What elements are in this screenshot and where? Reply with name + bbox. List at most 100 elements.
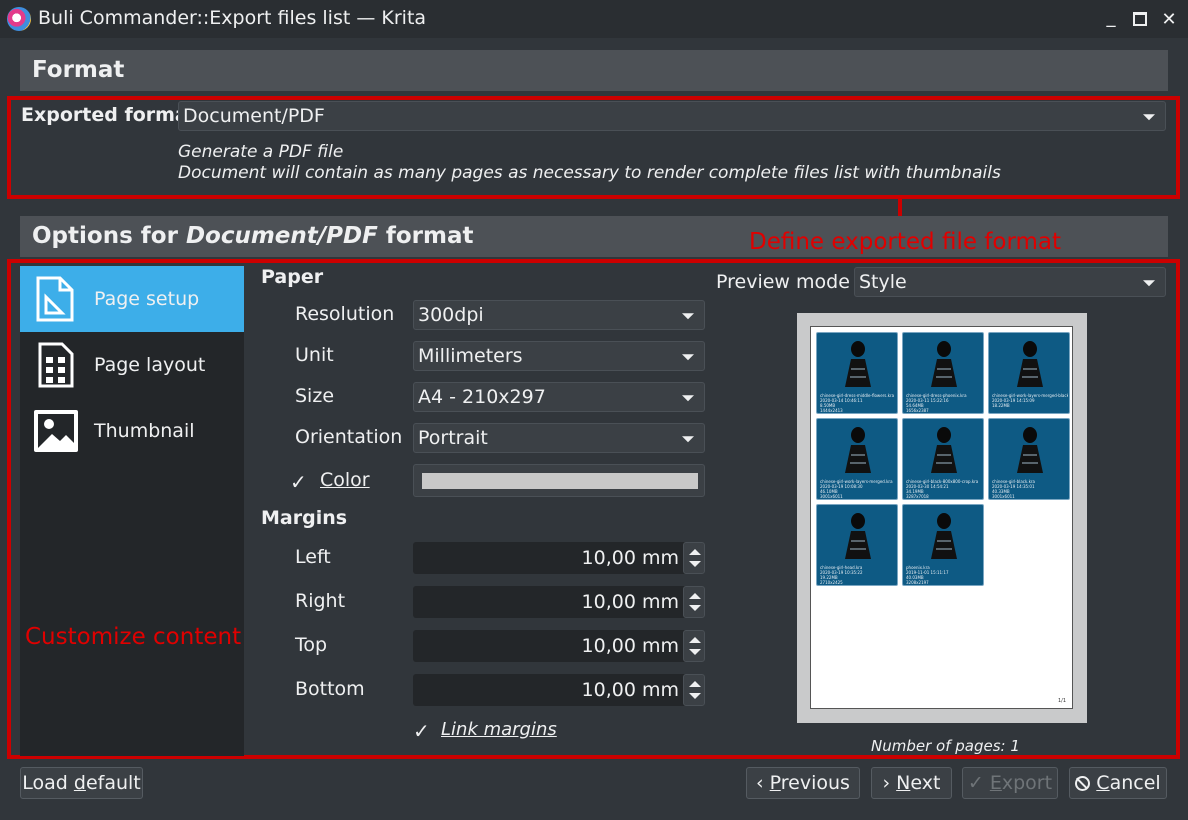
preview-page-number: 1/1: [1057, 698, 1066, 704]
color-label: Color: [320, 469, 370, 491]
thumbnail-meta-dims: 1444x2413: [820, 408, 843, 413]
nav-item-thumbnail[interactable]: Thumbnail: [20, 398, 244, 464]
color-checkbox[interactable]: ✓: [290, 470, 307, 494]
resolution-label: Resolution: [295, 303, 395, 325]
paper-group-label: Paper: [261, 266, 324, 288]
load-default-button[interactable]: Load default: [20, 767, 143, 799]
margin-bottom-spinbox[interactable]: 10,00 mm: [413, 674, 705, 706]
chevron-right-icon: ›: [882, 772, 891, 794]
thumbnail-meta-dims: 3001x6011: [820, 494, 843, 499]
thumbnail-image: [839, 425, 877, 475]
spin-buttons[interactable]: [683, 630, 705, 662]
thumbnail-meta-dims: 3001x6011: [992, 494, 1015, 499]
nav-item-page-setup[interactable]: Page setup: [20, 266, 244, 332]
resolution-select[interactable]: 300dpi: [413, 300, 705, 330]
checkmark-icon: ✓: [413, 719, 430, 743]
link-margins-label: Link margins: [441, 719, 557, 740]
margin-left-value: 10,00 mm: [581, 547, 679, 569]
spin-up-icon: [689, 681, 701, 687]
close-window-button[interactable]: ✕: [1156, 6, 1182, 32]
previous-button[interactable]: ‹ Previous: [746, 767, 860, 799]
cancel-icon: [1075, 775, 1091, 791]
margin-top-label: Top: [295, 634, 328, 656]
nav-item-label: Page setup: [94, 288, 200, 310]
margin-right-spinbox[interactable]: 10,00 mm: [413, 586, 705, 618]
export-label: Export: [990, 772, 1052, 794]
preview-mode-select[interactable]: Style: [854, 267, 1166, 297]
next-button[interactable]: › Next: [871, 767, 952, 799]
label-part: d: [73, 772, 86, 794]
thumbnail-meta: chinese-girl-head.kra 2020-03-19 10:35:22…: [820, 565, 896, 585]
window-title: Buli Commander::Export files list — Krit…: [38, 7, 427, 29]
margins-group-label: Margins: [261, 507, 348, 529]
thumbnail-image: [925, 511, 963, 561]
link-margins-checkbox[interactable]: ✓: [413, 719, 430, 743]
minimize-button[interactable]: _: [1098, 6, 1124, 32]
format-description-line2: Document will contain as many pages as n…: [178, 163, 1001, 183]
chevron-down-icon: [682, 313, 694, 320]
chevron-left-icon: ‹: [756, 772, 764, 794]
options-nav: Page setup Page layout Thumbnail Customi…: [20, 266, 244, 756]
thumbnail-meta-dims: 3208x2197: [906, 580, 929, 585]
chevron-down-icon: [1143, 114, 1155, 121]
color-swatch: [422, 473, 698, 489]
thumbnail-meta: chinese-girl-work-layers-merged.kra 2020-…: [820, 479, 896, 499]
label-part: E: [989, 772, 1002, 794]
nav-item-page-layout[interactable]: Page layout: [20, 332, 244, 398]
cancel-label: Cancel: [1096, 772, 1160, 794]
thumbnail-image: [925, 339, 963, 389]
margin-right-label: Right: [295, 590, 346, 612]
spin-up-icon: [689, 549, 701, 555]
thumbnail-image: [1011, 339, 1049, 389]
page-setup-icon: [36, 276, 74, 322]
preview-thumbnail: chinese-girl-dress-phoenix.kra 2020-03-11…: [902, 332, 984, 414]
spin-down-icon: [689, 561, 701, 567]
preview-thumbnail: phoenix.kra 2019-11-01 15:11:17 40.03MB 320…: [902, 504, 984, 586]
thumbnail-meta-dims: 2710x2425: [820, 580, 843, 585]
label-part: P: [769, 772, 781, 794]
orientation-select[interactable]: Portrait: [413, 423, 705, 453]
orientation-value: Portrait: [418, 427, 488, 449]
label-part: ext: [910, 772, 941, 794]
maximize-icon: [1133, 12, 1147, 26]
size-select[interactable]: A4 - 210x297: [413, 382, 705, 412]
export-button[interactable]: ✓ Export: [962, 767, 1058, 799]
format-annotation-label: Define exported file format: [749, 229, 1062, 255]
thumbnail-image: [925, 425, 963, 475]
thumbnail-meta: phoenix.kra 2019-11-01 15:11:17 40.03MB 320…: [906, 565, 982, 585]
margin-bottom-value: 10,00 mm: [581, 679, 679, 701]
margin-left-label: Left: [295, 546, 331, 568]
page-count-label: Number of pages: 1: [871, 737, 1020, 755]
unit-select[interactable]: Millimeters: [413, 341, 705, 371]
previous-label: Previous: [770, 772, 850, 794]
thumbnail-image: [839, 511, 877, 561]
spin-buttons[interactable]: [683, 674, 705, 706]
label-part: ancel: [1109, 772, 1161, 794]
cancel-button[interactable]: Cancel: [1069, 767, 1167, 799]
spin-buttons[interactable]: [683, 542, 705, 574]
preview-thumbnail: chinese-girl-black-800x800-crop.kra 2020-…: [902, 418, 984, 500]
maximize-button[interactable]: [1127, 6, 1153, 32]
link-margins-text: Link margins: [441, 719, 557, 740]
options-title-suffix: format: [377, 223, 474, 249]
unit-label: Unit: [295, 344, 334, 366]
label-part: Load: [22, 772, 74, 794]
spin-buttons[interactable]: [683, 586, 705, 618]
exported-format-select[interactable]: Document/PDF: [178, 101, 1166, 131]
checkmark-icon: ✓: [967, 772, 984, 794]
margin-top-spinbox[interactable]: 10,00 mm: [413, 630, 705, 662]
thumbnail-meta: chinese-girl-dress-middle-flowers.kra 202…: [820, 393, 896, 413]
margin-left-spinbox[interactable]: 10,00 mm: [413, 542, 705, 574]
thumbnail-meta-size: 18.22MB: [992, 403, 1010, 408]
chevron-down-icon: [1143, 280, 1155, 287]
margin-bottom-label: Bottom: [295, 678, 365, 700]
preview-mode-label: Preview mode: [716, 271, 850, 293]
nav-item-label: Thumbnail: [94, 420, 195, 442]
color-picker-button[interactable]: [413, 464, 705, 497]
page-layout-icon: [38, 342, 74, 388]
spin-down-icon: [689, 605, 701, 611]
content-annotation-label: Customize content: [25, 624, 242, 650]
preview-thumbnail: chinese-girl-work-layers-merged.kra 2020-…: [816, 418, 898, 500]
close-icon: ✕: [1161, 8, 1177, 30]
load-default-label: Load default: [22, 772, 140, 794]
